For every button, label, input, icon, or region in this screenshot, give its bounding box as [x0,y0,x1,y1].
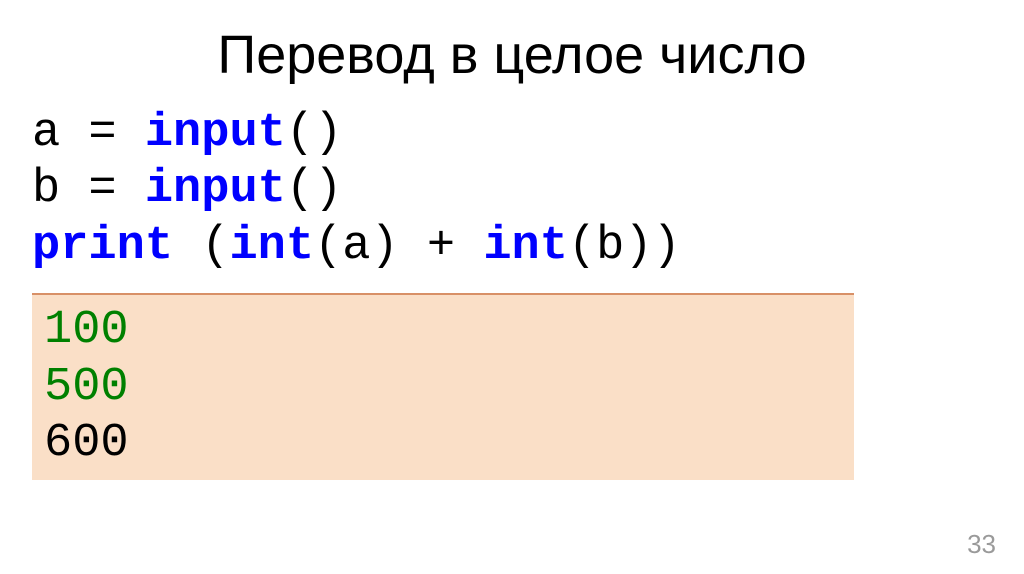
code-text: a = [32,107,145,160]
slide-title: Перевод в целое число [0,0,1024,106]
code-keyword: print [32,220,173,273]
code-keyword: input [145,107,286,160]
output-box: 100 500 600 [32,293,854,480]
code-keyword: input [145,163,286,216]
code-text: ( [173,220,229,273]
code-keyword: int [229,220,314,273]
page-number: 33 [967,529,996,560]
code-line-3: print (int(a) + int(b)) [32,219,992,275]
code-text: () [286,163,342,216]
output-line-3: 600 [44,416,842,472]
code-text: (a) + [314,220,483,273]
code-text: (b)) [568,220,681,273]
code-line-2: b = input() [32,162,992,218]
output-line-1: 100 [44,303,842,359]
code-keyword: int [483,220,568,273]
code-line-1: a = input() [32,106,992,162]
code-text: () [286,107,342,160]
output-line-2: 500 [44,360,842,416]
code-text: b = [32,163,145,216]
code-block: a = input() b = input() print (int(a) + … [0,106,1024,275]
